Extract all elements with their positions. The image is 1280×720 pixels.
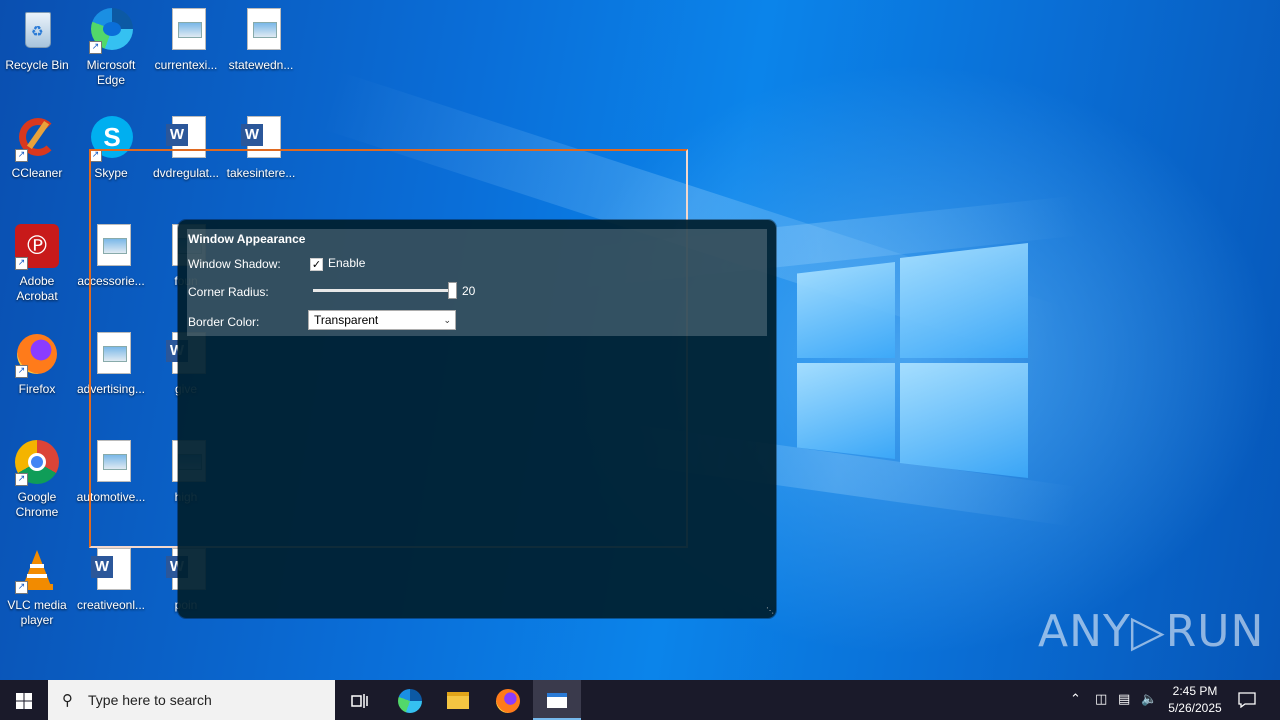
search-placeholder: Type here to search (88, 692, 212, 708)
corner-radius-label: Corner Radius: (188, 285, 269, 299)
desktop-icon-recycle-bin[interactable]: ♻ Recycle Bin (0, 8, 75, 73)
acrobat-icon: ℗ ↗ (15, 224, 59, 270)
taskbar-edge-button[interactable] (386, 680, 434, 720)
windows-start-icon (16, 692, 32, 709)
resize-grip-icon[interactable]: ⋱ (764, 606, 774, 616)
edge-icon (398, 688, 422, 713)
firefox-icon (496, 688, 520, 713)
corner-radius-slider-track[interactable] (313, 289, 453, 292)
panel-title: Window Appearance (188, 232, 306, 246)
desktop-icon-label: CCleaner (11, 166, 63, 180)
border-color-selected: Transparent (314, 313, 379, 327)
app-window[interactable]: Window Appearance Window Shadow: ✓ Enabl… (178, 220, 776, 618)
desktop-icon-word-doc[interactable]: W creativeonl... (73, 548, 149, 613)
desktop-icon-image-file[interactable]: statewedn... (223, 8, 299, 73)
taskbar: ⚲ Type here to search ⌃ ◫ ▤ 🔈 2:45 PM 5/… (0, 680, 1280, 720)
desktop-icon-firefox[interactable]: ↗ Firefox (0, 332, 75, 397)
ccleaner-icon: ↗ (15, 116, 59, 162)
show-hidden-icons-chevron-up-icon[interactable]: ⌃ (1070, 680, 1081, 720)
desktop-icon-label: currentexi... (154, 58, 218, 72)
task-view-button[interactable] (336, 680, 384, 720)
desktop-icon-ccleaner[interactable]: ↗ CCleaner (0, 116, 75, 181)
desktop-icon-label: Firefox (18, 382, 56, 396)
app-window-icon (547, 693, 567, 708)
desktop-icon-label: Microsoft Edge (86, 58, 136, 87)
notifications-icon[interactable] (1238, 680, 1256, 720)
network-adapter-icon[interactable]: ◫ (1095, 680, 1107, 720)
desktop-icon-label: VLC media player (7, 598, 67, 627)
taskbar-firefox-button[interactable] (484, 680, 532, 720)
window-appearance-panel: Window Appearance Window Shadow: ✓ Enabl… (187, 229, 767, 336)
desktop-icon-label: statewedn... (228, 58, 294, 72)
window-shadow-checkbox[interactable]: ✓ (310, 258, 323, 271)
chevron-down-icon: ⌄ (443, 315, 451, 325)
desktop-icon-microsoft-edge[interactable]: ↗ Microsoft Edge (73, 8, 149, 88)
start-button[interactable] (0, 680, 48, 720)
desktop-icon-label: Recycle Bin (5, 58, 69, 72)
taskbar-clock[interactable]: 2:45 PM 5/26/2025 (1162, 683, 1228, 717)
taskbar-search-box[interactable]: ⚲ Type here to search (48, 680, 335, 720)
taskbar-file-explorer-button[interactable] (434, 680, 482, 720)
corner-radius-slider-thumb[interactable] (448, 282, 457, 299)
image-file-icon (164, 8, 208, 52)
clock-date: 5/26/2025 (1168, 701, 1222, 715)
image-file-icon (239, 8, 283, 52)
task-view-icon (351, 693, 368, 708)
desktop-icon-label: creativeonl... (76, 598, 146, 612)
chrome-icon: ↗ (15, 440, 59, 486)
border-color-dropdown[interactable]: Transparent ⌄ (308, 310, 456, 330)
vlc-icon: ↗ (15, 548, 59, 594)
edge-icon: ↗ (89, 8, 133, 54)
taskbar-active-app-button[interactable] (533, 680, 581, 720)
desktop-icon-adobe-acrobat[interactable]: ℗ ↗ Adobe Acrobat (0, 224, 75, 304)
window-shadow-label: Window Shadow: (188, 257, 281, 271)
word-doc-icon: W (89, 548, 133, 592)
desktop-icon-label: Google Chrome (15, 490, 59, 519)
corner-radius-value: 20 (462, 284, 476, 298)
window-shadow-checkbox-label[interactable]: Enable (328, 256, 365, 270)
desktop-icon-vlc[interactable]: ↗ VLC media player (0, 548, 75, 628)
desktop-icon-label: Adobe Acrobat (16, 274, 58, 303)
firefox-icon: ↗ (15, 332, 59, 378)
search-icon: ⚲ (62, 691, 73, 709)
desktop-icon-google-chrome[interactable]: ↗ Google Chrome (0, 440, 75, 520)
anyrun-watermark: ANY▷RUN (1038, 606, 1265, 657)
folder-icon (447, 692, 469, 709)
border-color-label: Border Color: (188, 315, 260, 329)
network-icon[interactable]: ▤ (1118, 680, 1130, 720)
recycle-bin-icon: ♻ (15, 8, 59, 52)
clock-time: 2:45 PM (1172, 684, 1218, 698)
desktop-icon-image-file[interactable]: currentexi... (148, 8, 224, 73)
volume-icon[interactable]: 🔈 (1141, 680, 1157, 720)
desktop-background: ♻ Recycle Bin ↗ CCleaner ℗ ↗ Adobe Acrob… (0, 0, 1280, 680)
